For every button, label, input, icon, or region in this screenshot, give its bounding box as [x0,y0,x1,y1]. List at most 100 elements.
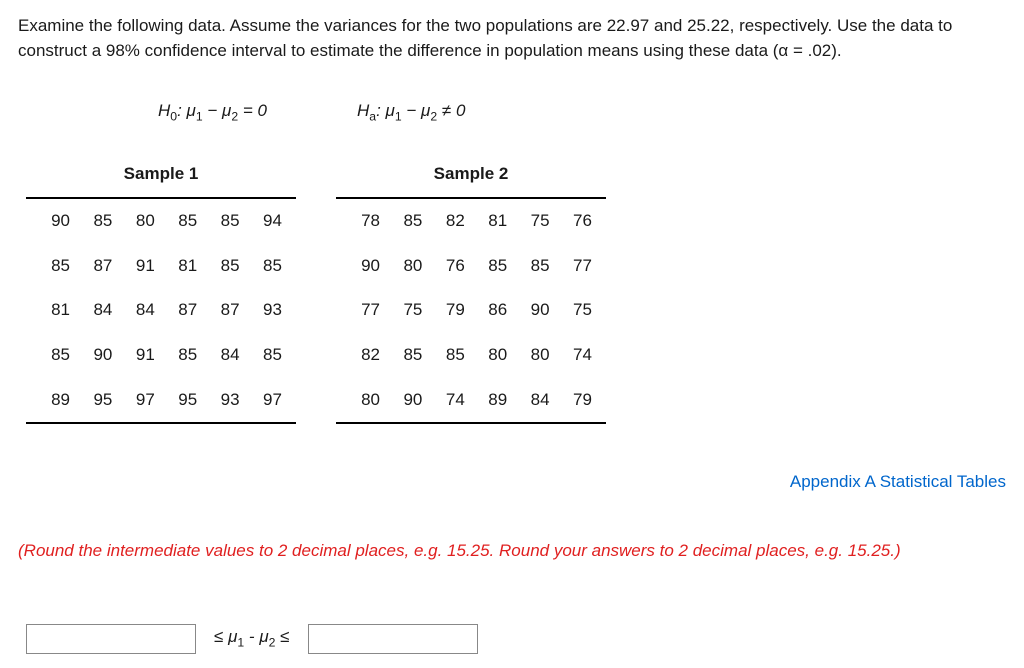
data-cell: 77 [350,298,380,323]
h0-s1: 1 [196,110,203,124]
data-cell: 85 [520,254,550,279]
mu1: μ [228,627,237,646]
data-cell: 74 [562,343,592,368]
data-cell: 90 [82,343,112,368]
data-cell: 94 [252,209,282,234]
data-cell: 85 [210,254,240,279]
data-cell: 76 [562,209,592,234]
answer-row: ≤ μ1 - μ2 ≤ [26,624,1006,654]
null-hypothesis: H0: μ1 − μ2 = 0 [158,99,267,126]
data-cell: 89 [40,388,70,413]
data-cell: 80 [392,254,422,279]
alt-hypothesis: Ha: μ1 − μ2 ≠ 0 [357,99,465,126]
h0-end: = 0 [238,101,267,120]
ha-body: : μ [376,101,395,120]
data-cell: 80 [477,343,507,368]
table-row: 90 85 80 85 85 94 [26,199,296,244]
data-cell: 93 [252,298,282,323]
data-cell: 84 [520,388,550,413]
mu2: μ [259,627,268,646]
data-cell: 85 [392,209,422,234]
leq-left: ≤ [214,627,228,646]
leq-right: ≤ [275,627,289,646]
problem-instructions: Examine the following data. Assume the v… [18,14,1006,63]
mu1-sub: 1 [237,635,244,649]
data-cell: 78 [350,209,380,234]
lower-bound-input[interactable] [26,624,196,654]
data-cell: 85 [40,343,70,368]
table-row: 85 87 91 81 85 85 [26,244,296,289]
data-cell: 80 [520,343,550,368]
data-cell: 81 [167,254,197,279]
table-row: 82 85 85 80 80 74 [336,333,606,378]
data-cell: 90 [392,388,422,413]
data-cell: 75 [562,298,592,323]
table-row: 77 75 79 86 90 75 [336,288,606,333]
data-cell: 89 [477,388,507,413]
h0-body: : μ [177,101,196,120]
h0-prefix: H [158,101,170,120]
sample-table: Sample 2 78 85 82 81 75 76 90 80 76 85 85 77 77 75 79 86… [336,154,606,424]
data-cell: 80 [125,209,155,234]
data-cell: 85 [40,254,70,279]
table-row: 80 90 74 89 84 79 [336,378,606,423]
data-cell: 93 [210,388,240,413]
data-cell: 85 [477,254,507,279]
ha-end: ≠ 0 [437,101,465,120]
data-cell: 85 [252,343,282,368]
data-cell: 87 [82,254,112,279]
data-cell: 85 [82,209,112,234]
inequality-expression: ≤ μ1 - μ2 ≤ [214,625,290,652]
rounding-note: (Round the intermediate values to 2 deci… [18,539,1006,564]
data-cell: 81 [477,209,507,234]
minus: - [244,627,259,646]
table-row: 78 85 82 81 75 76 [336,199,606,244]
ha-mid: − μ [402,101,431,120]
data-cell: 95 [82,388,112,413]
data-cell: 85 [167,209,197,234]
data-cell: 84 [125,298,155,323]
data-cell: 81 [40,298,70,323]
sample-header: Sample 1 [26,154,296,199]
data-cell: 79 [435,298,465,323]
data-cell: 87 [210,298,240,323]
data-cell: 74 [435,388,465,413]
h0-mid: − μ [203,101,232,120]
upper-bound-input[interactable] [308,624,478,654]
data-cell: 75 [520,209,550,234]
table-row: 908076858577 [336,244,606,289]
table-row: 89 95 97 95 93 97 [26,378,296,423]
data-cell: 91 [125,343,155,368]
data-cell: 91 [125,254,155,279]
hypotheses: H0: μ1 − μ2 = 0 Ha: μ1 − μ2 ≠ 0 [158,99,1006,126]
data-cell: 85 [435,343,465,368]
data-cell: 90 [520,298,550,323]
data-cell: 85 [252,254,282,279]
table-row: 81 84 84 87 87 93 [26,288,296,333]
mu2-sub: 2 [269,635,276,649]
data-cell: 84 [82,298,112,323]
data-cell: 77 [562,254,592,279]
sample-header: Sample 2 [336,154,606,199]
data-cell: 86 [477,298,507,323]
ha-s1: 1 [395,110,402,124]
data-cell: 85 [392,343,422,368]
data-cell: 87 [167,298,197,323]
data-cell: 79 [562,388,592,413]
sample-table: Sample 1 90 85 80 85 85 94 85 87 91 81 85 85 81 84 84 87… [26,154,296,424]
data-tables: Sample 1 90 85 80 85 85 94 85 87 91 81 85 85 81 84 84 87… [26,154,1006,424]
appendix-link[interactable]: Appendix A Statistical Tables [18,470,1006,495]
data-cell: 82 [435,209,465,234]
data-cell: 85 [167,343,197,368]
data-cell: 85 [210,209,240,234]
data-cell: 76 [435,254,465,279]
data-cell: 90 [40,209,70,234]
data-cell: 80 [350,388,380,413]
ha-prefix: H [357,101,369,120]
data-cell: 97 [125,388,155,413]
data-cell: 75 [392,298,422,323]
data-cell: 84 [210,343,240,368]
data-cell: 95 [167,388,197,413]
data-cell: 82 [350,343,380,368]
data-cell: 97 [252,388,282,413]
